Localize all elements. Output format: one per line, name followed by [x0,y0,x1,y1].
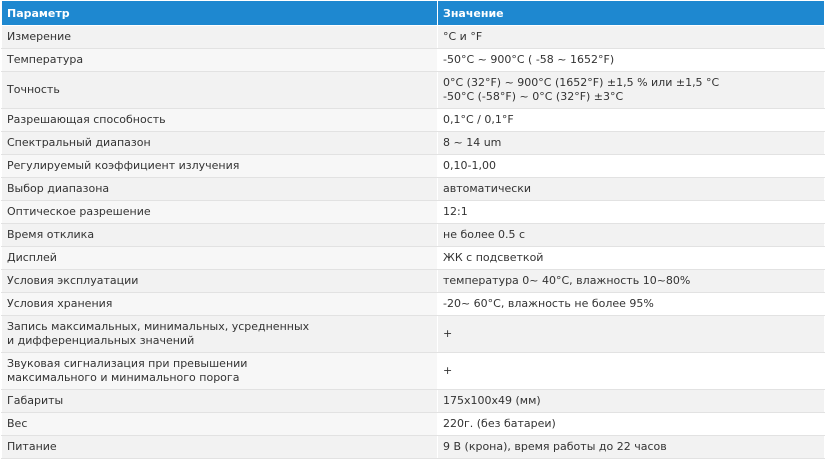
parameter-cell: Условия хранения [1,292,438,316]
parameter-text: Звуковая сигнализация при превышении [7,357,248,370]
value-text: 8 ~ 14 um [443,136,502,149]
table-row: Спектральный диапазон 8 ~ 14 um [1,131,825,155]
value-text: температура 0~ 40°C, влажность 10~80% [443,274,691,287]
value-text: -50°C (-58°F) ~ 0°C (32°F) ±3°C [443,90,624,103]
value-text: 0,10-1,00 [443,159,496,172]
parameter-text: Дисплей [7,251,57,264]
parameter-cell: Спектральный диапазон [1,131,438,155]
table-row: Габариты 175x100x49 (мм) [1,389,825,413]
table-row: Оптическое разрешение 12:1 [1,200,825,224]
parameter-text: Регулируемый коэффициент излучения [7,159,240,172]
value-text: 0,1°C / 0,1°F [443,113,514,126]
parameter-text: Условия эксплуатации [7,274,139,287]
table-row: Выбор диапазона автоматически [1,177,825,201]
parameter-text: Питание [7,440,57,453]
value-cell: 220г. (без батареи) [437,412,825,436]
parameter-text: Спектральный диапазон [7,136,151,149]
value-text: + [443,327,453,340]
parameter-text: Разрешающая способность [7,113,166,126]
table-header-row: Параметр Значение [1,0,825,26]
value-cell: 9 В (крона), время работы до 22 часов [437,435,825,459]
value-cell: 0°C (32°F) ~ 900°C (1652°F) ±1,5 % или ±… [437,71,825,109]
value-cell: не более 0.5 с [437,223,825,247]
value-cell: 175x100x49 (мм) [437,389,825,413]
value-cell: ЖК с подсветкой [437,246,825,270]
value-cell: -20~ 60°C, влажность не более 95% [437,292,825,316]
table-row: Звуковая сигнализация при превышении макс… [1,352,825,390]
value-cell: автоматически [437,177,825,201]
value-text: 9 В (крона), время работы до 22 часов [443,440,667,453]
table-body: Измерение °C и °F Температура -50°C ~ 900°C… [1,25,825,459]
value-text: 175x100x49 (мм) [443,394,541,407]
parameter-text: Время отклика [7,228,95,241]
value-text: + [443,364,453,377]
parameter-text: Оптическое разрешение [7,205,151,218]
table-row: Разрешающая способность 0,1°C / 0,1°F [1,108,825,132]
value-cell: 8 ~ 14 um [437,131,825,155]
value-text: °C и °F [443,30,483,43]
spec-table: Параметр Значение Измерение °C и °F Темпер… [1,0,825,459]
value-cell: 12:1 [437,200,825,224]
table-row: Дисплей ЖК с подсветкой [1,246,825,270]
parameter-cell: Разрешающая способность [1,108,438,132]
parameter-cell: Точность [1,71,438,109]
value-cell: + [437,352,825,390]
value-cell: 0,10-1,00 [437,154,825,178]
parameter-text: Измерение [7,30,72,43]
parameter-cell: Условия эксплуатации [1,269,438,293]
value-cell: температура 0~ 40°C, влажность 10~80% [437,269,825,293]
parameter-text: Выбор диапазона [7,182,110,195]
table-row: Время отклика не более 0.5 с [1,223,825,247]
value-text: 220г. (без батареи) [443,417,556,430]
parameter-cell: Дисплей [1,246,438,270]
value-text: не более 0.5 с [443,228,526,241]
parameter-cell: Звуковая сигнализация при превышении макс… [1,352,438,390]
column-header-value: Значение [437,0,825,26]
parameter-cell: Вес [1,412,438,436]
value-cell: + [437,315,825,353]
parameter-cell: Питание [1,435,438,459]
value-text: 12:1 [443,205,468,218]
parameter-cell: Габариты [1,389,438,413]
value-cell: 0,1°C / 0,1°F [437,108,825,132]
table-row: Запись максимальных, минимальных, усредн… [1,315,825,353]
value-text: ЖК с подсветкой [443,251,544,264]
parameter-text: Точность [7,83,60,96]
table-row: Температура -50°C ~ 900°C ( -58 ~ 1652°F) [1,48,825,72]
table-row: Питание 9 В (крона), время работы до 22 ч… [1,435,825,459]
parameter-cell: Выбор диапазона [1,177,438,201]
parameter-text: Вес [7,417,28,430]
value-text: -50°C ~ 900°C ( -58 ~ 1652°F) [443,53,615,66]
parameter-cell: Регулируемый коэффициент излучения [1,154,438,178]
parameter-text: Температура [7,53,84,66]
value-text: -20~ 60°C, влажность не более 95% [443,297,654,310]
parameter-text: максимального и минимального порога [7,371,240,384]
parameter-cell: Время отклика [1,223,438,247]
value-text: автоматически [443,182,532,195]
table-row: Регулируемый коэффициент излучения 0,10-1… [1,154,825,178]
parameter-text: и дифференциальных значений [7,334,195,347]
parameter-text: Габариты [7,394,64,407]
value-cell: -50°C ~ 900°C ( -58 ~ 1652°F) [437,48,825,72]
table-row: Точность 0°C (32°F) ~ 900°C (1652°F) ±1,5… [1,71,825,109]
parameter-text: Запись максимальных, минимальных, усредн… [7,320,310,333]
column-header-parameter: Параметр [1,0,438,26]
value-cell: °C и °F [437,25,825,49]
table-row: Условия эксплуатации температура 0~ 40°C,… [1,269,825,293]
parameter-cell: Температура [1,48,438,72]
parameter-cell: Оптическое разрешение [1,200,438,224]
parameter-cell: Запись максимальных, минимальных, усредн… [1,315,438,353]
table-row: Условия хранения -20~ 60°C, влажность не … [1,292,825,316]
parameter-cell: Измерение [1,25,438,49]
table-row: Вес 220г. (без батареи) [1,412,825,436]
table-row: Измерение °C и °F [1,25,825,49]
parameter-text: Условия хранения [7,297,113,310]
value-text: 0°C (32°F) ~ 900°C (1652°F) ±1,5 % или ±… [443,76,720,89]
